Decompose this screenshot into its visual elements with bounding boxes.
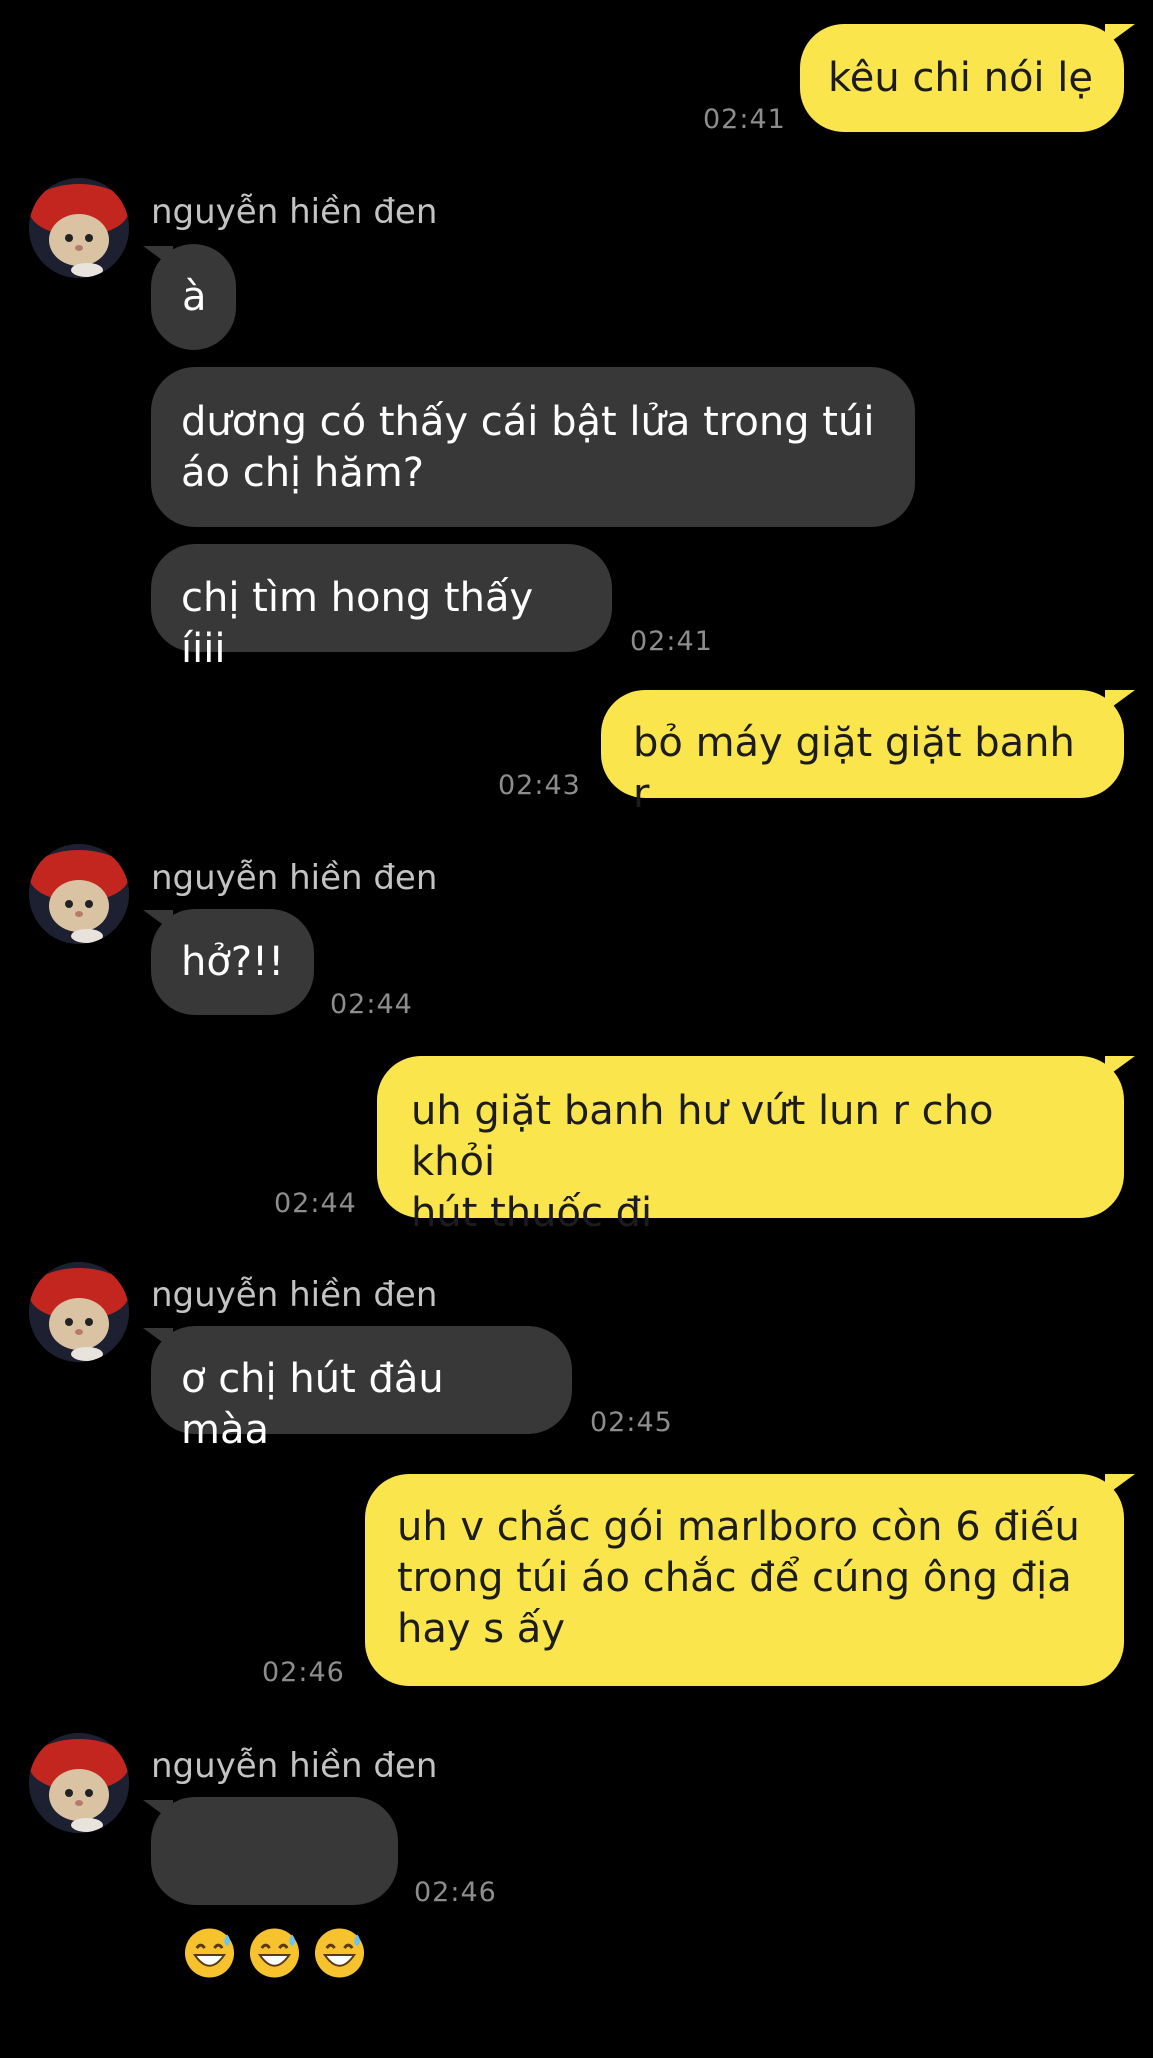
message-timestamp: 02:41 (630, 626, 713, 657)
grinning-face-with-sweat-icon (184, 1928, 235, 1978)
contact-avatar[interactable] (29, 844, 129, 944)
message-timestamp: 02:45 (590, 1407, 673, 1438)
emoji-row (183, 1899, 366, 2007)
contact-name: nguyễn hiền đen (151, 1275, 438, 1315)
message-bubble-incoming[interactable]: chị tìm hong thấy íiii (151, 544, 612, 672)
bubble-tail (1105, 24, 1135, 46)
grinning-face-with-sweat-icon (314, 1928, 365, 1978)
message-bubble-outgoing[interactable]: uh v chắc gói marlboro còn 6 điếu trong … (365, 1474, 1124, 1686)
message-bubble-incoming[interactable]: hở?!! (151, 909, 314, 1015)
message-timestamp: 02:43 (498, 770, 581, 801)
cat-avatar-icon (29, 844, 129, 944)
message-timestamp: 02:46 (414, 1877, 497, 1908)
contact-avatar[interactable] (29, 178, 129, 278)
contact-avatar[interactable] (29, 1733, 129, 1833)
cat-avatar-icon (29, 1733, 129, 1833)
bubble-tail (1105, 1056, 1135, 1078)
contact-name: nguyễn hiền đen (151, 858, 438, 898)
bubble-tail (1105, 690, 1135, 712)
message-timestamp: 02:44 (330, 989, 413, 1020)
message-timestamp: 02:41 (703, 104, 786, 135)
message-bubble-outgoing[interactable]: kêu chi nói lẹ (800, 24, 1124, 132)
cat-avatar-icon (29, 178, 129, 278)
message-bubble-outgoing[interactable]: uh giặt banh hư vứt lun r cho khỏi hút t… (377, 1056, 1124, 1236)
message-bubble-outgoing[interactable]: bỏ máy giặt giặt banh r (601, 690, 1124, 817)
cat-avatar-icon (29, 1262, 129, 1362)
grinning-face-with-sweat-icon (249, 1928, 300, 1978)
message-bubble-incoming[interactable]: dương có thấy cái bật lửa trong túi áo c… (151, 367, 915, 527)
message-bubble-incoming[interactable]: ơ chị hút đâu màa (151, 1326, 572, 1453)
bubble-tail (1105, 1474, 1135, 1496)
contact-name: nguyễn hiền đen (151, 1746, 438, 1786)
message-bubble-incoming[interactable]: 😅😅😅 (151, 1797, 398, 1978)
message-bubble-incoming[interactable]: à (151, 244, 236, 350)
message-timestamp: 02:46 (262, 1657, 345, 1688)
contact-name: nguyễn hiền đen (151, 192, 438, 232)
contact-avatar[interactable] (29, 1262, 129, 1362)
message-timestamp: 02:44 (274, 1188, 357, 1219)
